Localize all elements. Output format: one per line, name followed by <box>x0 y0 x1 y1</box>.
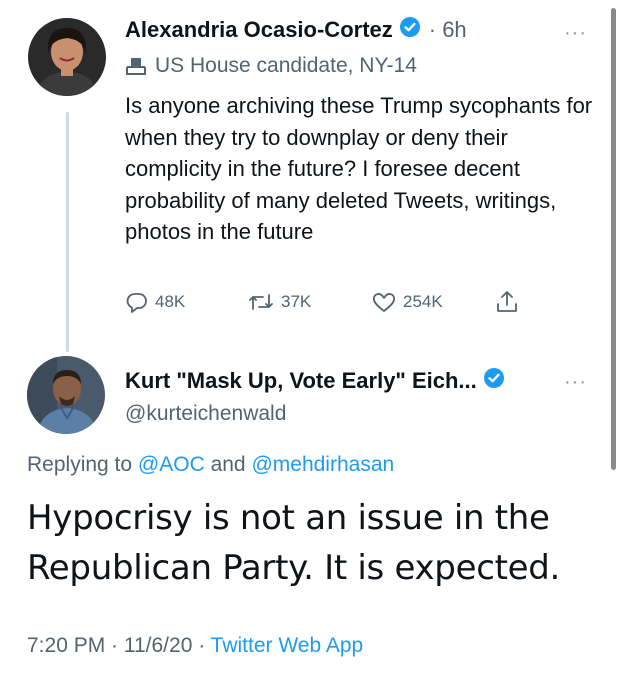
reply-count: 48K <box>155 292 186 311</box>
candidate-label-text: US House candidate, NY-14 <box>155 54 417 77</box>
reply-icon <box>126 293 147 313</box>
reply-button[interactable]: 48K <box>125 290 247 314</box>
tweet1-author-name[interactable]: Alexandria Ocasio-Cortez <box>125 17 393 43</box>
mention-aoc-link[interactable]: @AOC <box>138 453 205 476</box>
candidate-label[interactable]: US House candidate, NY-14 <box>125 54 417 78</box>
ballot-box-icon <box>125 56 147 76</box>
replying-to: Replying to @AOC and @mehdirhasan <box>27 453 394 477</box>
like-count: 254K <box>403 292 443 311</box>
source-link[interactable]: Twitter Web App <box>211 634 364 657</box>
tweet1-more-icon[interactable]: ··· <box>564 22 587 45</box>
share-icon <box>497 291 517 312</box>
scrollbar[interactable] <box>611 8 616 470</box>
avatar-kurt[interactable] <box>27 356 105 434</box>
avatar-aoc[interactable] <box>28 18 106 96</box>
tweet2-more-icon[interactable]: ··· <box>564 371 587 394</box>
mention-mehdirhasan-link[interactable]: @mehdirhasan <box>251 453 394 476</box>
tweet2-timestamp-row: 7:20 PM · 11/6/20 · Twitter Web App <box>27 634 363 658</box>
tweet1-text: Is anyone archiving these Trump sycophan… <box>125 93 593 244</box>
retweet-count: 37K <box>281 292 312 311</box>
verified-badge-icon <box>399 16 421 43</box>
tweet1-time[interactable]: · 6h <box>429 17 467 43</box>
share-button[interactable] <box>495 289 525 315</box>
retweet-icon <box>249 294 273 310</box>
thread-connector <box>66 112 69 352</box>
verified-badge-icon <box>483 367 505 394</box>
tweet2-author-name[interactable]: Kurt "Mask Up, Vote Early" Eich... <box>125 368 477 394</box>
replying-prefix: Replying to <box>27 453 138 476</box>
replying-and: and <box>204 453 252 476</box>
tweet2-text: Hypocrisy is not an issue in the Republi… <box>27 498 561 588</box>
tweet2-timestamp[interactable]: 7:20 PM · 11/6/20 · <box>27 634 211 657</box>
like-button[interactable]: 254K <box>371 290 495 314</box>
retweet-button[interactable]: 37K <box>247 290 371 314</box>
heart-icon <box>372 293 396 312</box>
tweet2-handle[interactable]: @kurteichenwald <box>125 402 286 426</box>
